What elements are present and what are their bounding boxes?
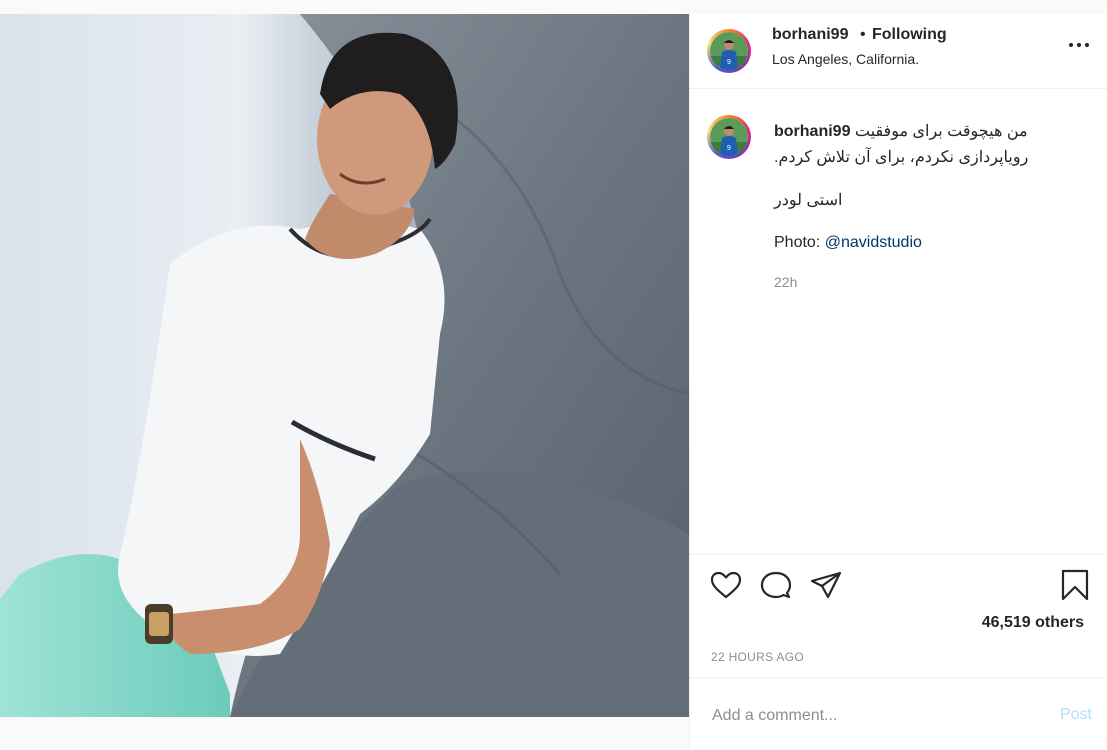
post-header: 9 borhani99 • Following Los Angeles, Cal… [690,14,1107,89]
photographer-mention[interactable]: @navidstudio [825,234,922,251]
caption-text-3: استی لودر [774,192,843,209]
caption-timestamp[interactable]: 22h [774,274,797,290]
caption-avatar[interactable]: 9 [707,115,751,159]
heart-icon[interactable] [710,570,742,605]
avatar-image: 9 [710,32,748,70]
author-username[interactable]: borhani99 [772,26,848,44]
caption-photo-credit: Photo: @navidstudio [774,234,922,252]
caption-username[interactable]: borhani99 [774,123,850,140]
caption-text-2: رویاپردازی نکردم، برای آن تلاش کردم. [774,149,1029,166]
post-details-panel: 9 borhani99 • Following Los Angeles, Cal… [689,14,1107,749]
author-avatar[interactable]: 9 [707,29,751,73]
actions-divider [690,554,1107,556]
likes-count[interactable]: 46,519 others [982,614,1084,632]
avatar-image: 9 [710,118,748,156]
photo-label: Photo: [774,234,821,251]
svg-text:9: 9 [727,145,731,152]
caption-text-1: من هیچوقت برای موفقیت [854,123,1028,140]
post-photo[interactable] [0,14,689,717]
comment-icon[interactable] [760,570,792,605]
caption-first-line: borhani99 من هیچوقت برای موفقیت [774,121,1066,143]
more-options-icon[interactable] [1068,41,1090,49]
svg-text:9: 9 [727,59,731,66]
following-button[interactable]: Following [872,26,947,44]
posted-timestamp[interactable]: 22 HOURS AGO [711,650,804,664]
share-icon[interactable] [810,570,842,605]
separator-dot: • [860,26,866,43]
bookmark-icon[interactable] [1060,569,1090,606]
post-comment-button[interactable]: Post [1060,706,1092,724]
comment-input[interactable] [710,702,1014,730]
location-link[interactable]: Los Angeles, California. [772,51,919,67]
comment-bar: Post [690,677,1107,750]
